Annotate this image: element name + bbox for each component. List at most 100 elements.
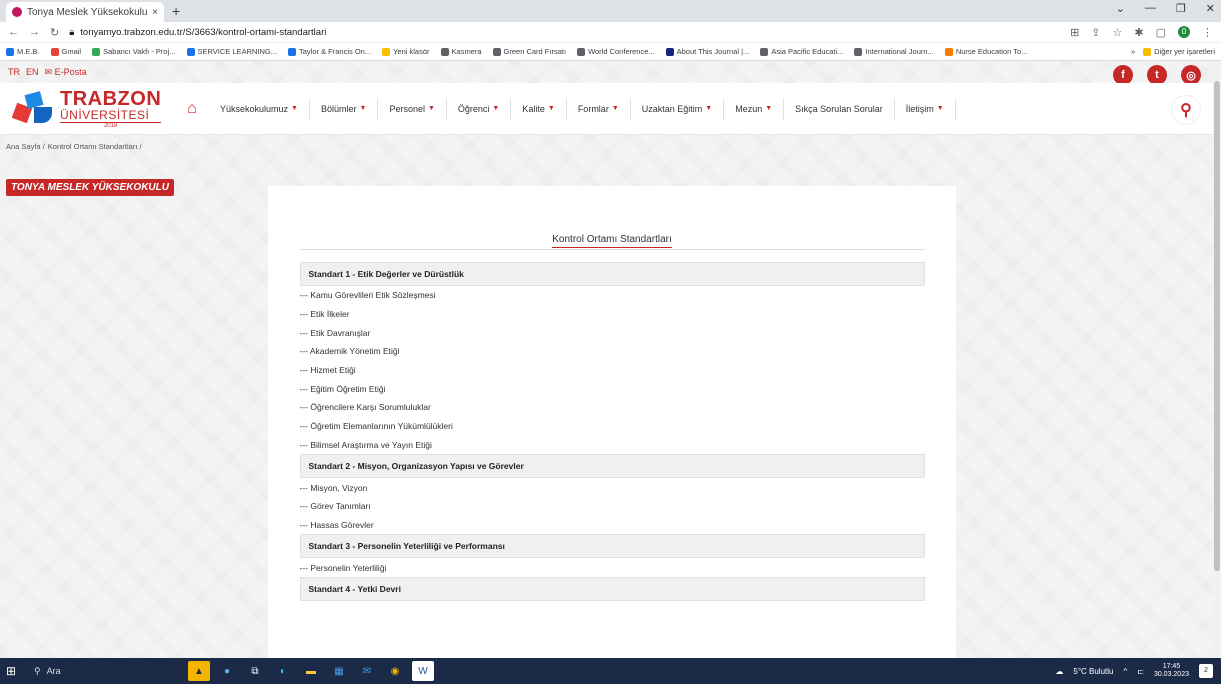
breadcrumb-home[interactable]: Ana Sayfa / [6,142,45,151]
bookmark-favicon-icon [665,47,674,56]
network-icon[interactable]: ⊏ [1137,667,1144,676]
standard-link[interactable]: --- Bilimsel Araştırma ve Yayın Etiği [300,436,925,455]
url-field[interactable]: 🔒︎ tonyamyo.trabzon.edu.tr/S/3663/kontro… [69,27,1060,38]
twitter-icon[interactable]: t [1147,65,1167,85]
standard-link[interactable]: --- Personelin Yeterliliği [300,558,925,577]
profile-avatar[interactable]: 0 [1178,26,1190,38]
bookmarks-overflow-button[interactable]: » [1131,47,1135,56]
clock[interactable]: 17:45 30.03.2023 [1154,663,1189,678]
bookmark-favicon-icon [760,47,769,56]
breadcrumb-current[interactable]: Kontrol Ortamı Standartları / [48,142,142,151]
weather-text[interactable]: 5°C Bulutlu [1073,667,1113,676]
edge-icon[interactable]: ◐ [272,661,294,681]
back-icon[interactable]: ← [8,26,19,38]
page-scrollbar[interactable] [1213,61,1221,658]
bookmark-item[interactable]: Kasmera [440,47,482,56]
page-title-text: Kontrol Ortamı Standartları [552,234,672,248]
search-icon[interactable]: ⚲ [1171,95,1201,125]
standard-heading: Standart 3 - Personelin Yeterliliği ve P… [299,534,925,559]
bookmark-item[interactable]: Sabancı Vakfı - Proj... [92,47,176,56]
scrollbar-thumb[interactable] [1214,81,1220,571]
task-view-icon[interactable]: ⧉ [244,661,266,681]
bookmark-item[interactable]: Gmail [50,47,81,56]
lang-tr-link[interactable]: TR [8,67,20,77]
store-icon[interactable]: ▦ [328,661,350,681]
caret-down-icon: ▼ [936,105,944,112]
bookmark-item[interactable]: SERVICE LEARNING... [186,47,277,56]
menu-item-label: Uzaktan Eğitim [641,103,703,114]
tab-close-icon[interactable]: × [152,7,158,18]
minimize-icon[interactable]: — [1145,2,1156,15]
standard-link[interactable]: --- Etik İlkeler [300,305,925,324]
tab-search-icon[interactable]: ⌄ [1116,2,1125,15]
forward-icon[interactable]: → [29,26,40,38]
share-icon[interactable]: ⇪ [1091,26,1100,39]
social-links: f t ◎ [1113,65,1201,85]
file-explorer-icon[interactable]: ▬ [300,661,322,681]
caret-down-icon: ▼ [291,105,298,112]
bookmark-item[interactable]: Green Card Fırsatı [492,47,566,56]
top-strip: TR EN ✉ E-Posta f t ◎ [0,61,1213,85]
facebook-icon[interactable]: f [1113,65,1133,85]
menu-item[interactable]: Formlar ▼ [567,97,631,120]
standard-link[interactable]: --- Hassas Görevler [300,516,925,535]
browser-tab[interactable]: Tonya Meslek Yüksekokulu | Sayf × [6,2,164,22]
translate-icon[interactable]: ⊞ [1070,26,1079,39]
restore-icon[interactable]: ❐ [1176,2,1186,15]
sidepanel-icon[interactable]: ▢ [1156,26,1166,39]
menu-item[interactable]: Bölümler ▼ [310,97,379,120]
unit-badge[interactable]: TONYA MESLEK YÜKSEKOKULU [6,179,174,196]
menu-item[interactable]: Kalite ▼ [511,97,567,120]
taskbar-search[interactable]: ⚲ Ara [28,661,188,681]
reload-icon[interactable]: ↻ [50,26,59,39]
standard-link[interactable]: --- Akademik Yönetim Etiği [300,342,925,361]
weather-icon[interactable]: ☁ [1055,667,1063,676]
browser-menu-icon[interactable]: ⋮ [1202,26,1213,39]
standard-link[interactable]: --- Kamu Görevlileri Etik Sözleşmesi [300,286,925,305]
chrome-icon[interactable]: ◉ [384,661,406,681]
menu-item[interactable]: Uzaktan Eğitim ▼ [631,97,725,120]
menu-item[interactable]: İletişim ▼ [895,97,956,120]
tray-chevron-icon[interactable]: ^ [1123,667,1127,676]
bookmark-label: International Journ... [865,47,934,56]
home-icon[interactable]: ⌂ [175,100,209,118]
menu-item[interactable]: Sıkça Sorulan Sorular [784,97,895,120]
other-bookmarks[interactable]: Diğer yer işaretleri [1143,47,1215,56]
bookmark-item[interactable]: Taylor & Francis On... [287,47,371,56]
bookmark-item[interactable]: Asia Pacific Educati... [760,47,843,56]
close-window-icon[interactable]: ✕ [1206,2,1215,15]
menu-item[interactable]: Yüksekokulumuz ▼ [209,97,310,120]
mail-icon[interactable]: ✉ [356,661,378,681]
standard-link[interactable]: --- Görev Tanımları [300,497,925,516]
bookmark-item[interactable]: About This Journal |... [665,47,749,56]
standard-link[interactable]: --- Öğretim Elemanlarının Yükümlülükleri [300,417,925,436]
caret-down-icon: ▼ [427,105,435,112]
edge-blue-icon[interactable]: ● [216,661,238,681]
browser-tabstrip: Tonya Meslek Yüksekokulu | Sayf × + ⌄ — … [0,0,1221,22]
menu-item[interactable]: Öğrenci ▼ [447,97,512,120]
notifications-icon[interactable]: 2 [1199,664,1213,678]
menu-item[interactable]: Mezun ▼ [724,97,785,120]
instagram-icon[interactable]: ◎ [1181,65,1201,85]
standard-link[interactable]: --- Etik Davranışlar [300,323,925,342]
new-tab-button[interactable]: + [172,2,180,22]
word-icon[interactable]: W [412,661,434,681]
standard-link[interactable]: --- Misyon, Vizyon [300,478,925,497]
bookmark-item[interactable]: Yeni klasör [382,47,430,56]
bookmark-item[interactable]: M.E.B. [6,47,40,56]
extensions-icon[interactable]: ✱ [1134,26,1143,39]
standard-link[interactable]: --- Öğrencilere Karşı Sorumluluklar [300,398,925,417]
widget-icon[interactable]: ▲ [188,661,210,681]
lang-en-link[interactable]: EN [26,67,39,77]
bookmark-item[interactable]: International Journ... [854,47,934,56]
menu-item[interactable]: Personel ▼ [378,97,447,120]
address-bar: ← → ↻ 🔒︎ tonyamyo.trabzon.edu.tr/S/3663/… [0,22,1221,43]
standard-link[interactable]: --- Eğitim Öğretim Etiği [300,379,925,398]
bookmark-item[interactable]: Nurse Education To... [944,47,1027,56]
bookmark-star-icon[interactable]: ☆ [1113,26,1123,39]
eposta-link[interactable]: ✉ E-Posta [45,67,87,78]
windows-start-icon[interactable]: ⊞ [0,664,22,678]
bookmark-item[interactable]: World Conference... [577,47,655,56]
university-logo[interactable]: TRABZON ÜNİVERSİTESİ 2018 [0,83,175,135]
standard-link[interactable]: --- Hizmet Etiği [300,361,925,380]
